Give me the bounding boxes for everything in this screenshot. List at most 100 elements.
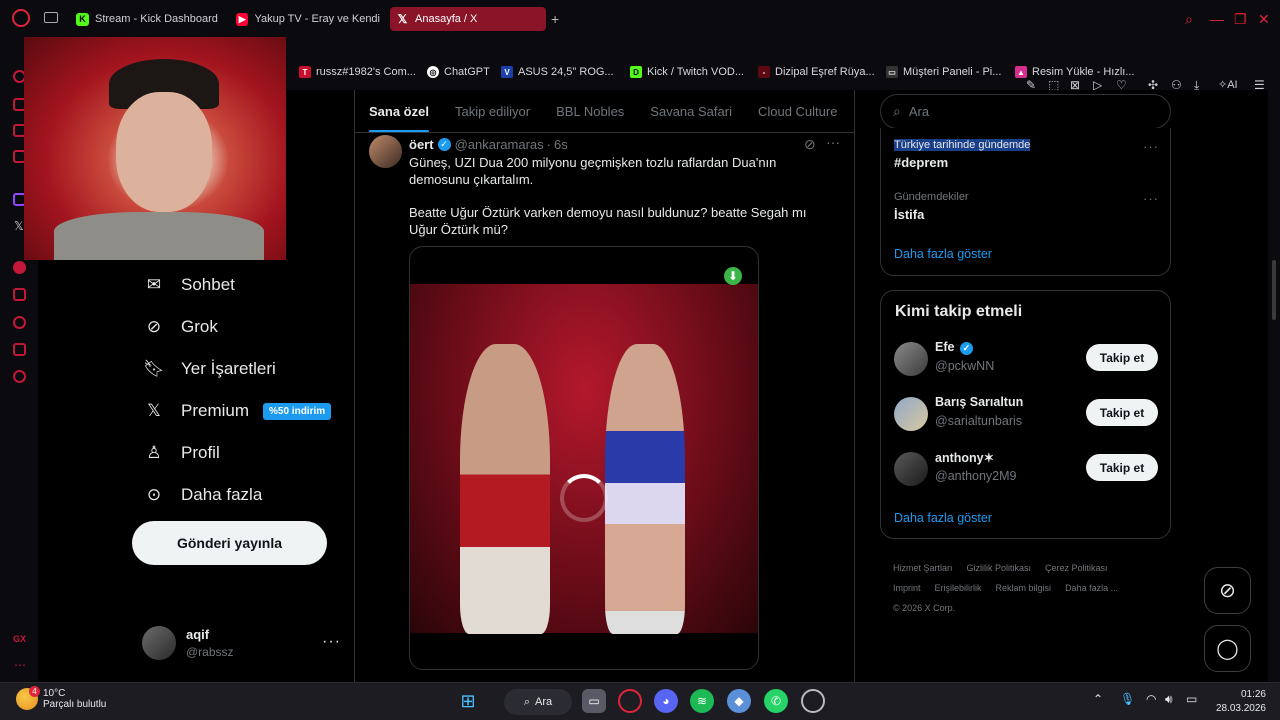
app-icon[interactable]: ◆	[727, 689, 751, 713]
tweet-author-name[interactable]: öert	[409, 137, 434, 152]
trends-show-more[interactable]: Daha fazla göster	[894, 247, 992, 261]
follow-button[interactable]: Takip et	[1086, 344, 1158, 371]
microphone-icon[interactable]: 🎙︎	[1120, 692, 1135, 706]
close-icon[interactable]: ✕	[1258, 11, 1270, 28]
tab-yakup-tv[interactable]: ▶ Yakup TV - Eray ve Kendi	[230, 7, 380, 31]
grok-fab-icon[interactable]: ⊘	[1204, 567, 1251, 614]
bookmark-item[interactable]: ◎ ChatGPT	[427, 66, 490, 78]
nav-sohbet[interactable]: ✉ Sohbet	[144, 275, 235, 295]
footer-link[interactable]: Imprint	[893, 583, 921, 593]
tweet-handle[interactable]: @ankaramaras	[455, 137, 544, 152]
trend-more-icon[interactable]: ···	[1143, 139, 1159, 154]
wifi-icon[interactable]: ◠	[1146, 692, 1156, 706]
footer-link[interactable]: Hizmet Şartları	[893, 563, 953, 573]
tab-bbl-nobles[interactable]: BBL Nobles	[556, 90, 624, 132]
gx-icon[interactable]: GX	[13, 634, 26, 644]
settings-icon[interactable]	[13, 370, 26, 383]
tweet-time[interactable]: 6s	[554, 137, 568, 152]
bookmark-item[interactable]: D Kick / Twitch VOD...	[630, 66, 744, 78]
follow-suggestion[interactable]: anthony✶ @anthony2M9 Takip et	[894, 450, 1159, 490]
nav-profile[interactable]: ♙ Profil	[144, 443, 219, 463]
bookmark-item[interactable]: ▲ Resim Yükle - Hızlı...	[1015, 66, 1135, 78]
tab-for-you[interactable]: Sana özel	[369, 90, 429, 132]
search-tabs-icon[interactable]: ⌕	[1185, 11, 1193, 28]
follow-button[interactable]: Takip et	[1086, 454, 1158, 481]
app-icon[interactable]	[801, 689, 825, 713]
suggestion-name[interactable]: Barış Sarıaltun	[935, 395, 1023, 409]
avatar[interactable]	[894, 342, 928, 376]
trend-more-icon[interactable]: ···	[1143, 191, 1159, 206]
tab-savana-safari[interactable]: Savana Safari	[650, 90, 732, 132]
suggestion-name[interactable]: anthony✶	[935, 450, 994, 465]
trend-meta: Gündemdekiler	[894, 191, 969, 203]
suggestion-handle[interactable]: @anthony2M9	[935, 469, 1017, 483]
new-tab-button[interactable]: +	[551, 11, 559, 27]
grok-icon: ⊘	[146, 317, 162, 336]
who-to-follow-show-more[interactable]: Daha fazla göster	[894, 511, 992, 525]
footer-link[interactable]: Çerez Politikası	[1045, 563, 1108, 573]
tweet-avatar[interactable]	[369, 135, 402, 168]
nav-bookmarks[interactable]: 🔖︎ Yer İşaretleri	[143, 359, 276, 379]
follow-button[interactable]: Takip et	[1086, 399, 1158, 426]
nav-grok[interactable]: ⊘ Grok	[144, 317, 218, 337]
trend-title[interactable]: İstifa	[894, 207, 924, 222]
spotify-taskbar-icon[interactable]: ≋	[690, 689, 714, 713]
suggestion-handle[interactable]: @pckwNN	[935, 359, 994, 373]
extensions-sidebar-icon[interactable]	[13, 343, 26, 356]
footer-link[interactable]: Gizlilik Politikası	[967, 563, 1032, 573]
spotify-icon[interactable]	[13, 261, 26, 274]
account-switcher[interactable]: aqif @rabssz	[142, 626, 234, 660]
windows-start-icon[interactable]: ⊞	[456, 689, 480, 713]
follow-suggestion[interactable]: Efe ✓ @pckwNN Takip et	[894, 340, 1159, 380]
follow-suggestion[interactable]: Barış Sarıaltun @sarialtunbaris Takip et	[894, 395, 1159, 435]
footer-link[interactable]: Reklam bilgisi	[996, 583, 1052, 593]
premium-discount-badge: %50 indirim	[263, 402, 332, 420]
taskbar-search[interactable]: ⌕ Ara	[504, 689, 572, 715]
search-input[interactable]	[908, 104, 1085, 119]
task-view-icon[interactable]: ▭	[582, 689, 606, 713]
suggestion-name[interactable]: Efe	[935, 340, 954, 354]
opera-logo-icon[interactable]	[12, 9, 30, 27]
opera-gx-taskbar-icon[interactable]	[618, 689, 642, 713]
grok-explain-icon[interactable]: ⊘	[804, 136, 816, 153]
battery-icon[interactable]: ▭	[1186, 692, 1197, 706]
pin-sidebar-icon[interactable]	[13, 288, 26, 301]
tab-kick-dashboard[interactable]: K Stream - Kick Dashboard	[70, 7, 220, 31]
more-icon[interactable]: ⋯	[14, 658, 26, 672]
whatsapp-icon[interactable]: ✆	[764, 689, 788, 713]
volume-icon[interactable]: 🔊︎	[1165, 692, 1173, 707]
bookmark-item[interactable]: - Dizipal Eşref Rüya...	[758, 66, 875, 78]
tab-following[interactable]: Takip ediliyor	[455, 90, 530, 132]
clock[interactable]: 01:26 28.03.2026	[1214, 688, 1266, 716]
x-sidebar-icon[interactable]: 𝕏	[14, 219, 24, 233]
tab-x-home[interactable]: 𝕏 Anasayfa / X	[390, 7, 546, 31]
tweet-media[interactable]: ⬇	[409, 246, 759, 670]
tab-islands-icon[interactable]	[44, 12, 58, 23]
avatar[interactable]	[894, 452, 928, 486]
history-icon[interactable]	[13, 316, 26, 329]
avatar[interactable]	[894, 397, 928, 431]
bookmark-item[interactable]: V ASUS 24,5" ROG...	[501, 66, 614, 78]
weather-widget[interactable]: 4 10°C Parçalı bulutlu	[16, 686, 106, 710]
suggestion-handle[interactable]: @sarialtunbaris	[935, 414, 1022, 428]
search-bar[interactable]: ⌕	[880, 94, 1171, 129]
discord-icon[interactable]: ◕	[654, 689, 678, 713]
tweet-more-icon[interactable]: ···	[826, 134, 840, 150]
footer-link[interactable]: Daha fazla ...	[1065, 583, 1118, 593]
nav-more[interactable]: ⊙ Daha fazla	[144, 485, 262, 505]
account-menu-icon[interactable]: ···	[322, 633, 341, 651]
nav-premium[interactable]: 𝕏 Premium %50 indirim	[144, 401, 332, 421]
bookmark-item[interactable]: ▭ Müşteri Paneli - Pi...	[886, 66, 1001, 78]
chat-fab-icon[interactable]: ◯	[1204, 625, 1251, 672]
footer-link[interactable]: Erişilebilirlik	[935, 583, 982, 593]
tab-cloud-culture[interactable]: Cloud Culture	[758, 90, 838, 132]
post-button[interactable]: Gönderi yayınla	[132, 521, 327, 565]
scrollbar[interactable]	[1268, 90, 1280, 682]
trend-title[interactable]: #deprem	[894, 155, 948, 170]
minimize-icon[interactable]: —	[1210, 11, 1224, 27]
weather-badge: 4	[29, 686, 40, 697]
tray-overflow-icon[interactable]: ⌃	[1093, 692, 1103, 706]
restore-icon[interactable]: ❐	[1234, 11, 1247, 28]
download-video-icon[interactable]: ⬇	[724, 267, 742, 285]
bookmark-item[interactable]: Trussz#1982's Com...	[299, 66, 416, 78]
